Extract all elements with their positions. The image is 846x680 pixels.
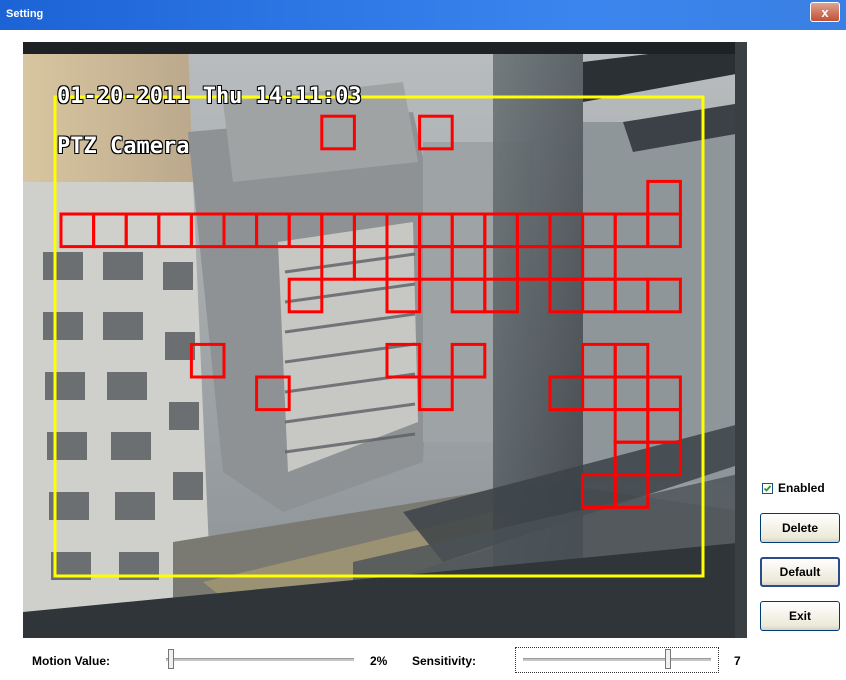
title-bar: Setting x — [0, 0, 846, 30]
enabled-label: Enabled — [778, 481, 825, 495]
default-button[interactable]: Default — [760, 557, 840, 587]
sensitivity-readout: 7 — [734, 654, 741, 668]
motion-value-slider[interactable] — [160, 647, 360, 673]
sensitivity-label: Sensitivity: — [412, 654, 477, 668]
motion-slider-track — [166, 658, 354, 662]
close-button[interactable]: x — [810, 2, 840, 22]
enabled-checkbox[interactable] — [762, 482, 773, 494]
camera-preview[interactable]: 01-20-2011 Thu 14:11:03 PTZ Camera — [23, 42, 747, 638]
motion-slider-thumb[interactable] — [168, 649, 174, 669]
motion-value-label: Motion Value: — [32, 654, 110, 668]
enabled-checkbox-wrap[interactable]: Enabled — [762, 480, 825, 496]
close-icon: x — [821, 5, 829, 20]
osd-camera-name: PTZ Camera — [57, 134, 190, 159]
osd-datetime: 01-20-2011 Thu 14:11:03 — [57, 84, 362, 109]
checkmark-icon — [763, 484, 772, 492]
sensitivity-slider-thumb[interactable] — [665, 649, 671, 669]
camera-scene — [23, 42, 747, 638]
delete-button[interactable]: Delete — [760, 513, 840, 543]
sensitivity-slider[interactable] — [515, 647, 719, 673]
window-title: Setting — [6, 8, 44, 20]
sensitivity-slider-track — [523, 658, 711, 662]
motion-value-readout: 2% — [370, 654, 388, 668]
exit-button[interactable]: Exit — [760, 601, 840, 631]
